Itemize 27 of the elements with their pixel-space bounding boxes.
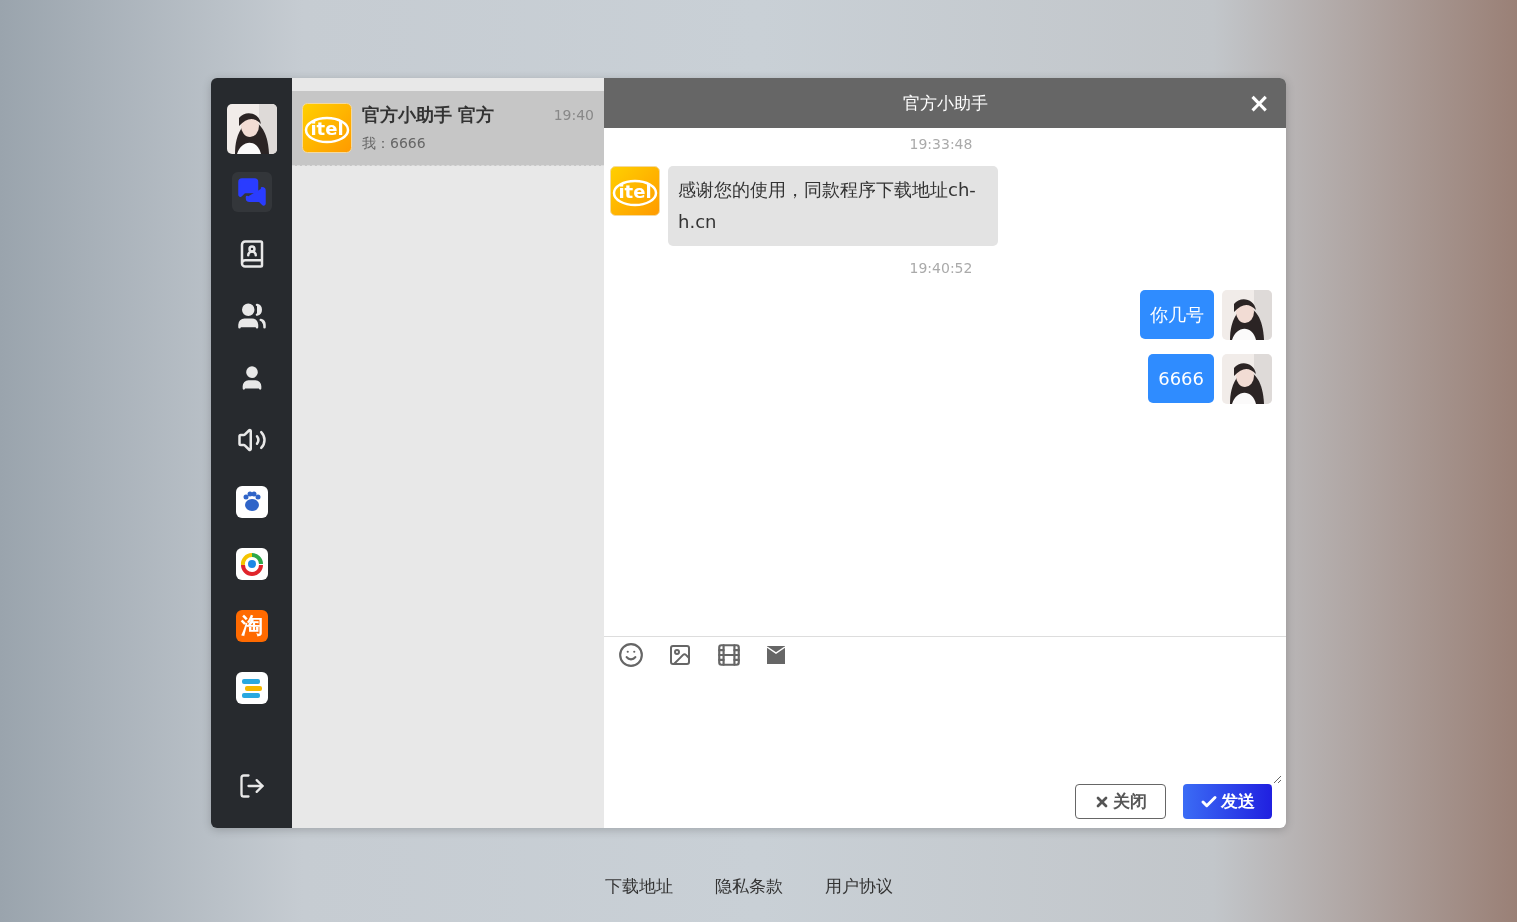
emoji-icon[interactable] bbox=[618, 642, 644, 668]
contact-name: 官方小助手 官方 bbox=[362, 103, 495, 127]
message-preview: 我：6666 bbox=[362, 135, 427, 153]
chat-title: 官方小助手 bbox=[902, 91, 988, 115]
chat-icon bbox=[236, 177, 267, 207]
footer-link[interactable]: 用户协议 bbox=[824, 875, 893, 898]
timestamp: 19:40:52 bbox=[908, 260, 974, 276]
ring-app-icon bbox=[235, 548, 268, 580]
send-button[interactable]: 发送 bbox=[1183, 784, 1272, 819]
message-bubble: 6666 bbox=[1148, 354, 1214, 403]
paw-app-icon bbox=[235, 486, 268, 518]
video-icon[interactable] bbox=[716, 642, 742, 668]
logo-icon: itel bbox=[302, 103, 352, 153]
group-icon bbox=[236, 301, 267, 331]
message-bubble: 你几号 bbox=[1140, 290, 1214, 339]
message-time: 19:40 bbox=[553, 107, 594, 123]
footer-link[interactable]: 下载地址 bbox=[604, 875, 673, 898]
close-button[interactable]: × bbox=[1248, 90, 1270, 116]
image-icon[interactable] bbox=[668, 643, 692, 667]
logo-icon: itel bbox=[610, 166, 660, 216]
stripes-app-icon bbox=[235, 672, 268, 704]
message-bubble: 感谢您的使用，同款程序下载地址ch-h.cn bbox=[668, 166, 998, 246]
logout-icon[interactable] bbox=[237, 772, 266, 800]
conversation-item[interactable]: itel 官方小助手 官方 19:40 我：6666 bbox=[292, 91, 604, 166]
footer-link[interactable]: 隐私条款 bbox=[714, 875, 783, 898]
timestamp: 19:33:48 bbox=[908, 136, 974, 152]
close-chat-button[interactable]: 关闭 bbox=[1075, 784, 1166, 819]
